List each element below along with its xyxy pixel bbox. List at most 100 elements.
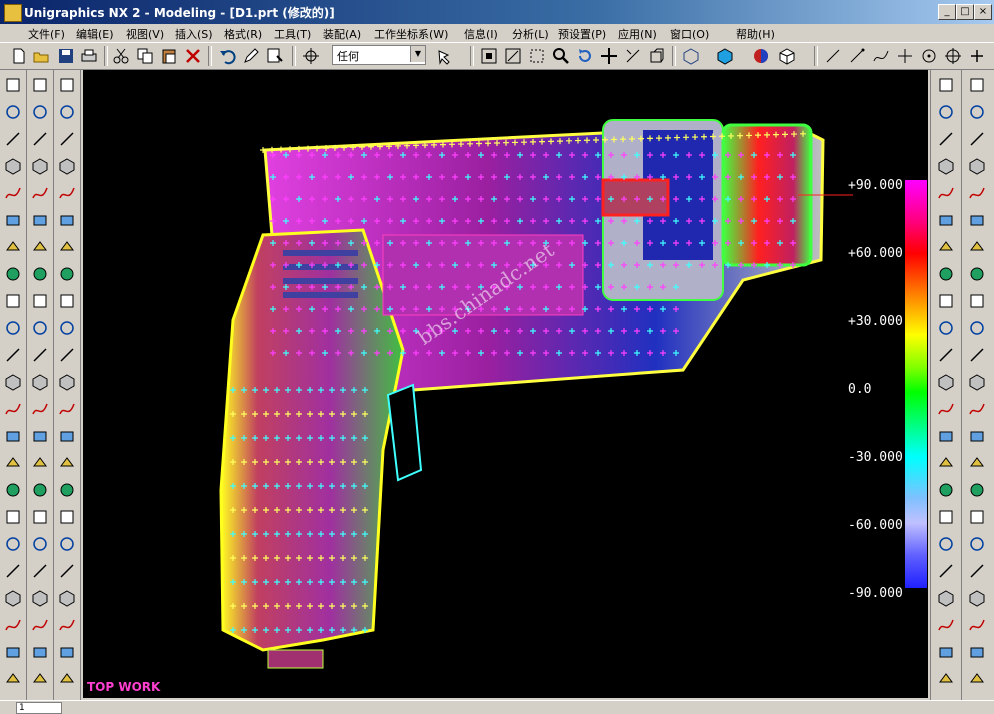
refit-icon[interactable] [968,238,986,256]
sphere-icon[interactable] [4,373,22,391]
menu-item-4[interactable]: 格式(R) [224,26,262,42]
spline-icon[interactable] [872,47,890,65]
fillet2-icon[interactable] [968,400,986,418]
rectangle-icon[interactable] [4,238,22,256]
cylinder-icon[interactable] [31,616,49,634]
offset-face-icon[interactable] [31,535,49,553]
zoom-icon[interactable] [552,47,570,65]
menu-item-3[interactable]: 插入(S) [175,26,213,42]
copy-icon[interactable] [136,47,154,65]
crosshair-icon[interactable] [302,47,320,65]
points-tool-icon[interactable] [58,184,76,202]
move-icon[interactable] [4,670,22,688]
plus-icon[interactable] [968,47,986,65]
spline-tool-icon[interactable] [58,130,76,148]
rotate-icon[interactable] [576,47,594,65]
surface-icon[interactable] [937,76,955,94]
extract-tool-icon[interactable] [58,562,76,580]
graphics-viewport[interactable]: bbs.chinadc.net +90.000 +60.000 +30.000 … [83,70,928,698]
wrap-tool-icon[interactable] [58,589,76,607]
menu-item-13[interactable]: 帮助(H) [736,26,775,42]
new-file-icon[interactable] [10,47,28,65]
sphere-prim-icon[interactable] [31,670,49,688]
pocket-icon[interactable] [31,265,49,283]
arc-icon[interactable] [4,103,22,121]
point-tool-icon[interactable] [58,76,76,94]
close-button[interactable]: × [974,4,992,20]
law-icon[interactable] [4,400,22,418]
blend-icon[interactable] [31,427,49,445]
save-icon[interactable] [57,47,75,65]
wrap-icon[interactable] [4,589,22,607]
helix-icon[interactable] [4,346,22,364]
promote-icon[interactable] [968,616,986,634]
offset-surf-icon[interactable] [937,292,955,310]
draft-icon[interactable] [968,454,986,472]
pad-icon[interactable] [31,292,49,310]
trim-body-icon[interactable] [968,319,986,337]
smooth-icon[interactable] [968,265,986,283]
section-tool-icon[interactable] [58,535,76,553]
intersect2-icon[interactable] [968,562,986,580]
split-icon[interactable] [968,346,986,364]
select-filter-icon[interactable] [435,47,453,65]
circle-tool-icon[interactable] [58,265,76,283]
curvature-icon[interactable] [937,670,955,688]
slot-icon[interactable] [31,319,49,337]
ellipse-icon[interactable] [4,292,22,310]
shell-icon[interactable] [31,481,49,499]
cone-icon[interactable] [31,643,49,661]
analysis-icon[interactable] [937,643,955,661]
minimize-button[interactable]: _ [938,4,956,20]
fillet-surf-icon[interactable] [937,346,955,364]
edit-icon[interactable] [4,643,22,661]
circle-icon[interactable] [4,265,22,283]
unite-icon[interactable] [968,508,986,526]
swept-icon[interactable] [937,157,955,175]
sweep-icon[interactable] [31,157,49,175]
nsided-icon[interactable] [937,238,955,256]
menu-item-8[interactable]: 信息(I) [464,26,498,42]
extension-icon[interactable] [937,265,955,283]
section-surf-icon[interactable] [937,184,955,202]
intersect-tool-icon[interactable] [58,508,76,526]
edit-object-icon[interactable] [242,47,260,65]
chamfer-icon[interactable] [31,454,49,472]
thicken-icon[interactable] [937,427,955,445]
selection-filter-dropdown[interactable]: 任何 ▼ [332,45,426,65]
bridge-surf-icon[interactable] [937,211,955,229]
section-icon[interactable] [4,535,22,553]
color-icon[interactable] [752,47,770,65]
sphere-tool-icon[interactable] [58,373,76,391]
undo-icon[interactable] [968,670,986,688]
point-icon[interactable] [4,76,22,94]
zoom-window-icon[interactable] [504,47,522,65]
groove-icon[interactable] [31,346,49,364]
offset-icon[interactable] [4,319,22,337]
menu-item-5[interactable]: 工具(T) [274,26,311,42]
revolve-icon[interactable] [31,130,49,148]
target-icon[interactable] [944,47,962,65]
taper-icon[interactable] [31,508,49,526]
delete-icon[interactable] [968,643,986,661]
intersect-icon[interactable] [4,508,22,526]
change-stiffness-icon[interactable] [968,211,986,229]
global-shape-icon[interactable] [937,508,955,526]
undo-icon[interactable] [218,47,236,65]
move-tool-icon[interactable] [58,670,76,688]
arc-tool-icon[interactable] [58,103,76,121]
line-point-icon[interactable] [848,47,866,65]
sew-icon[interactable] [937,373,955,391]
trim-surf-icon[interactable] [937,319,955,337]
change-degree-icon[interactable] [968,184,986,202]
feature-icon[interactable] [31,373,49,391]
menu-item-10[interactable]: 预设置(P) [558,26,606,42]
blend-surf-icon[interactable] [968,373,986,391]
snap-view-icon[interactable] [624,47,642,65]
extract-icon[interactable] [4,562,22,580]
subtract-icon[interactable] [968,535,986,553]
cut-icon[interactable] [112,47,130,65]
line-tool-icon[interactable] [58,211,76,229]
menu-item-1[interactable]: 编辑(E) [76,26,114,42]
reverse-icon[interactable] [968,292,986,310]
